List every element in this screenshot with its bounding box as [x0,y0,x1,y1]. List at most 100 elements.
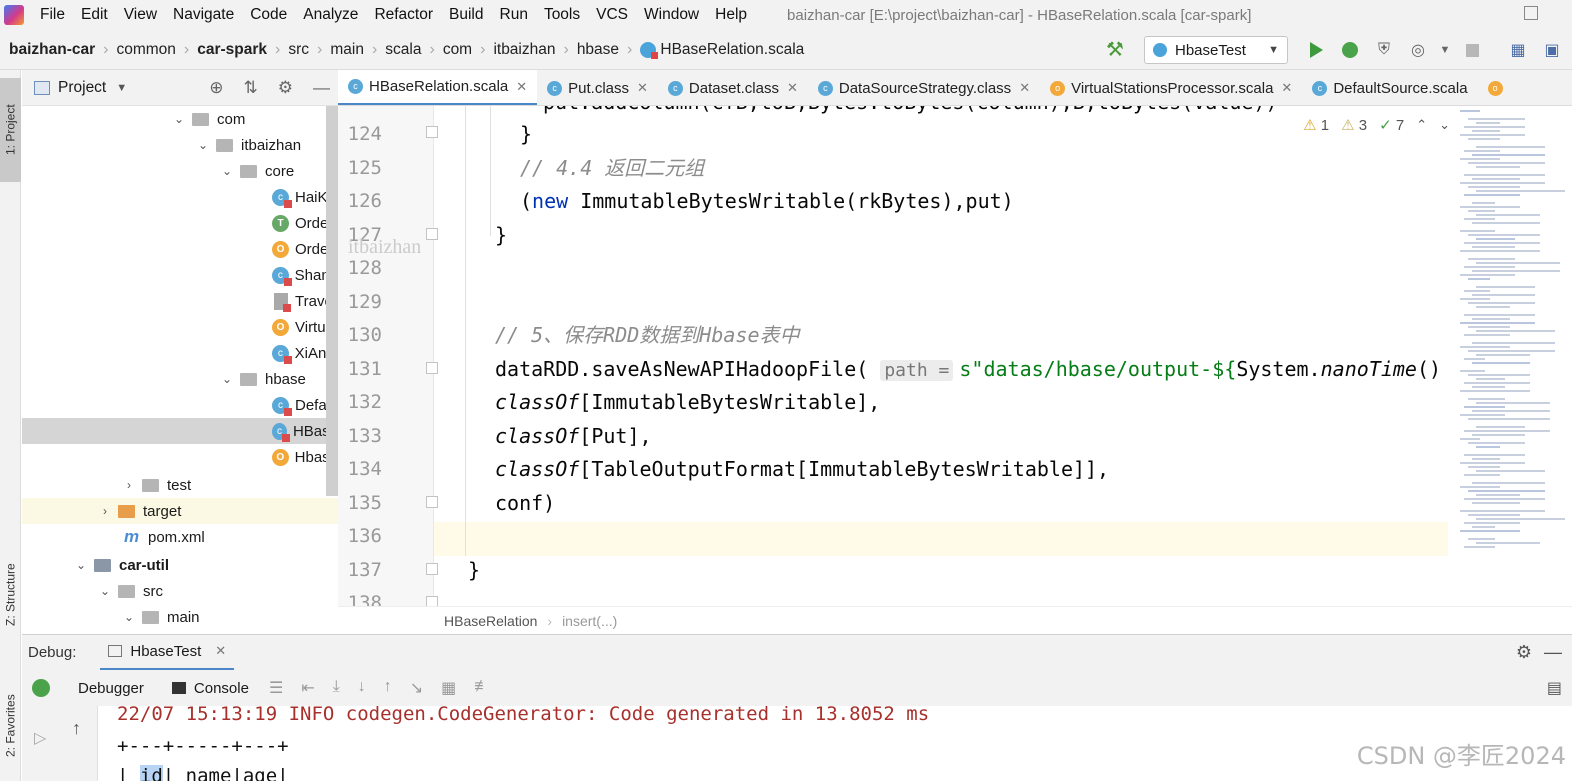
collapse-all-icon[interactable]: ⇅ [244,78,258,98]
tree-item[interactable]: ⌄ src [22,578,338,604]
hide-panel-icon[interactable]: — [313,78,330,98]
menu-help[interactable]: Help [707,6,755,24]
menu-view[interactable]: View [116,6,165,24]
editor-tab-overflow[interactable]: o [1478,70,1519,105]
debug-session-tab[interactable]: HbaseTest ✕ [100,635,235,671]
fold-marker-icon[interactable] [426,563,438,575]
profile-button[interactable]: ◎ [1404,36,1432,64]
menu-file[interactable]: File [32,6,73,24]
close-icon[interactable]: ✕ [1019,80,1030,96]
window-restore-icon[interactable] [1524,6,1538,20]
tree-item[interactable]: ⌄ main [22,604,338,630]
menu-window[interactable]: Window [636,6,707,24]
run-to-cursor-icon[interactable]: ↘ [410,678,423,698]
chevron-down-icon[interactable]: ⌄ [172,112,186,126]
crumb-hbase[interactable]: hbase [577,41,619,59]
close-icon[interactable]: ✕ [787,80,798,96]
menu-build[interactable]: Build [441,6,491,24]
weak-warning-count[interactable]: ⚠ 3 [1341,116,1367,134]
editor-tab-hbaserelation[interactable]: c HBaseRelation.scala ✕ [338,70,538,105]
editor-tab-virtualstationsprocessor[interactable]: o VirtualStationsProcessor.scala ✕ [1040,70,1302,105]
close-icon[interactable]: ✕ [1281,80,1292,96]
chevron-down-icon[interactable]: ▼ [116,82,127,94]
editor-tab-dataset[interactable]: c Dataset.class ✕ [658,70,808,105]
chevron-down-icon[interactable]: ⌄ [220,372,234,386]
close-icon[interactable]: ✕ [637,80,648,96]
console-output[interactable]: 22/07 15:13:19 INFO codegen.CodeGenerato… [98,706,1572,781]
menu-vcs[interactable]: VCS [588,6,636,24]
menu-navigate[interactable]: Navigate [165,6,242,24]
chevron-down-icon[interactable]: ⌄ [220,164,234,178]
resume-program-icon[interactable]: ▷ [34,728,46,748]
tree-item-selected[interactable]: c HBase [22,418,338,444]
chevron-right-icon[interactable]: › [98,504,112,518]
project-panel-title[interactable]: Project [58,79,106,97]
coverage-button[interactable]: ⛨ [1370,36,1398,64]
menu-lines-icon[interactable]: ☰ [269,678,283,698]
inspection-widget[interactable]: ⚠ 1 ⚠ 3 ✓ 7 ⌃ ⌄ [1303,116,1450,134]
layout-settings-icon[interactable]: ▤ [1547,678,1562,698]
crumb-file[interactable]: HBaseRelation.scala [640,41,804,59]
code-editor[interactable]: 124 125 126 127 128 129 130 131 132 133 … [338,106,1572,606]
editor-tab-defaultsource[interactable]: c DefaultSource.scala [1302,70,1477,105]
fold-marker-icon[interactable] [426,596,438,606]
gear-icon[interactable]: ⚙ [278,78,293,98]
chevron-down-icon[interactable]: ⌄ [74,558,88,572]
chevron-up-icon[interactable]: ⌃ [1416,117,1427,133]
chevron-right-icon[interactable]: › [122,478,136,492]
crumb-main[interactable]: main [330,41,364,59]
close-icon[interactable]: ✕ [215,643,226,659]
terminal-button[interactable]: ▣ [1538,36,1566,64]
tree-item[interactable]: ⌄ hbase [22,366,338,392]
tree-item[interactable]: T OrderI [22,210,338,236]
trace-stream-icon[interactable]: ≢ [474,678,490,698]
typo-count[interactable]: ✓ 7 [1379,116,1404,134]
close-icon[interactable]: ✕ [516,79,527,95]
tree-item[interactable]: c HaiKo [22,184,338,210]
console-tab[interactable]: Console [171,680,249,697]
tree-item[interactable]: ⌄ car-util [22,552,338,578]
build-hammer-icon[interactable]: ⚒ [1104,39,1126,61]
tree-item[interactable]: c XiAnO [22,340,338,366]
step-over-icon[interactable]: ⤓ [333,678,340,698]
breadcrumb-class[interactable]: HBaseRelation [444,613,537,629]
chevron-down-icon[interactable]: ⌄ [1439,117,1450,133]
fold-marker-icon[interactable] [426,496,438,508]
fold-marker-icon[interactable] [426,228,438,240]
tree-item[interactable]: O OrderI [22,236,338,262]
run-button[interactable] [1302,36,1330,64]
tree-item[interactable]: › target [22,498,338,524]
gear-icon[interactable]: ⚙ [1516,642,1532,663]
menu-tools[interactable]: Tools [536,6,588,24]
editor-tab-datasourcestrategy[interactable]: c DataSourceStrategy.class ✕ [808,70,1040,105]
crumb-module[interactable]: car-spark [197,41,267,59]
tree-item[interactable]: m pom.xml [22,524,338,550]
fold-marker-icon[interactable] [426,126,438,138]
more-run-dropdown[interactable]: ▼ [1438,36,1452,64]
menu-run[interactable]: Run [492,6,536,24]
menu-code[interactable]: Code [242,6,295,24]
debug-button[interactable] [1336,36,1364,64]
run-configuration-select[interactable]: HbaseTest ▼ [1144,36,1288,64]
tree-item[interactable]: › test [22,472,338,498]
warning-count[interactable]: ⚠ 1 [1303,116,1329,134]
scroll-up-icon[interactable]: ↑ [72,718,81,739]
menu-analyze[interactable]: Analyze [295,6,366,24]
evaluate-expression-icon[interactable]: ▦ [441,678,456,698]
crumb-project[interactable]: baizhan-car [9,41,95,59]
code-minimap[interactable] [1460,106,1572,576]
tree-item[interactable]: O Hbase [22,444,338,470]
chevron-down-icon[interactable]: ⌄ [122,610,136,624]
favorites-tool-tab[interactable]: 2: Favorites [0,678,21,774]
editor-tab-put[interactable]: c Put.class ✕ [537,70,658,105]
debugger-tab[interactable]: Debugger [78,680,144,697]
chevron-down-icon[interactable]: ⌄ [98,584,112,598]
tree-item[interactable]: ⌄ itbaizhan [22,132,338,158]
project-structure-button[interactable]: ▦ [1504,36,1532,64]
crumb-com[interactable]: com [443,41,472,59]
tree-item[interactable]: O Virtua [22,314,338,340]
crumb-common[interactable]: common [116,41,175,59]
tree-item[interactable]: Travel [22,288,338,314]
tree-item[interactable]: c Defau [22,392,338,418]
hide-panel-icon[interactable]: — [1544,642,1562,663]
